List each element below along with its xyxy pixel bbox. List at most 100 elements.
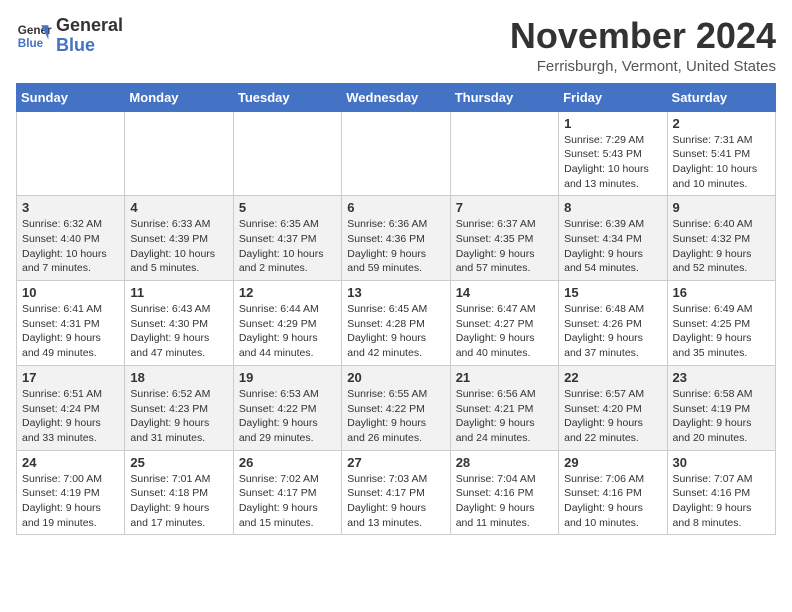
header: General Blue General Blue November 2024 … bbox=[16, 16, 776, 75]
day-number: 2 bbox=[673, 116, 770, 131]
calendar-cell: 23 Sunrise: 6:58 AM Sunset: 4:19 PM Dayli… bbox=[667, 365, 775, 450]
day-info: Sunrise: 6:44 AM Sunset: 4:29 PM Dayligh… bbox=[239, 302, 336, 361]
day-info: Sunrise: 6:47 AM Sunset: 4:27 PM Dayligh… bbox=[456, 302, 553, 361]
day-info: Sunrise: 6:58 AM Sunset: 4:19 PM Dayligh… bbox=[673, 387, 770, 446]
logo: General Blue General Blue bbox=[16, 16, 123, 56]
title-area: November 2024 Ferrisburgh, Vermont, Unit… bbox=[510, 16, 776, 75]
calendar-cell: 10 Sunrise: 6:41 AM Sunset: 4:31 PM Dayli… bbox=[17, 281, 125, 366]
calendar-cell: 16 Sunrise: 6:49 AM Sunset: 4:25 PM Dayli… bbox=[667, 281, 775, 366]
day-number: 11 bbox=[130, 285, 227, 300]
day-info: Sunrise: 7:01 AM Sunset: 4:18 PM Dayligh… bbox=[130, 472, 227, 531]
calendar-cell: 4Sunrise: 6:33 AM Sunset: 4:39 PM Daylig… bbox=[125, 196, 233, 281]
day-info: Sunrise: 6:55 AM Sunset: 4:22 PM Dayligh… bbox=[347, 387, 444, 446]
calendar-cell bbox=[450, 111, 558, 196]
calendar-week-row: 17 Sunrise: 6:51 AM Sunset: 4:24 PM Dayli… bbox=[17, 365, 776, 450]
day-info: Sunrise: 7:07 AM Sunset: 4:16 PM Dayligh… bbox=[673, 472, 770, 531]
calendar-cell: 24 Sunrise: 7:00 AM Sunset: 4:19 PM Dayli… bbox=[17, 450, 125, 535]
day-number: 13 bbox=[347, 285, 444, 300]
calendar-cell: 14 Sunrise: 6:47 AM Sunset: 4:27 PM Dayli… bbox=[450, 281, 558, 366]
location: Ferrisburgh, Vermont, United States bbox=[510, 58, 776, 75]
calendar-cell: 26Sunrise: 7:02 AM Sunset: 4:17 PM Dayli… bbox=[233, 450, 341, 535]
day-number: 10 bbox=[22, 285, 119, 300]
calendar-cell: 12 Sunrise: 6:44 AM Sunset: 4:29 PM Dayli… bbox=[233, 281, 341, 366]
day-info: Sunrise: 6:57 AM Sunset: 4:20 PM Dayligh… bbox=[564, 387, 661, 446]
day-info: Sunrise: 6:45 AM Sunset: 4:28 PM Dayligh… bbox=[347, 302, 444, 361]
calendar-body: 1 Sunrise: 7:29 AM Sunset: 5:43 PM Daylig… bbox=[17, 111, 776, 535]
day-number: 30 bbox=[673, 455, 770, 470]
calendar-cell: 5Sunrise: 6:35 AM Sunset: 4:37 PM Daylig… bbox=[233, 196, 341, 281]
logo-line1: General bbox=[56, 16, 123, 36]
day-info: Sunrise: 6:36 AM Sunset: 4:36 PM Dayligh… bbox=[347, 217, 444, 276]
day-number: 24 bbox=[22, 455, 119, 470]
calendar-cell: 19 Sunrise: 6:53 AM Sunset: 4:22 PM Dayli… bbox=[233, 365, 341, 450]
calendar-cell: 25Sunrise: 7:01 AM Sunset: 4:18 PM Dayli… bbox=[125, 450, 233, 535]
calendar-cell: 21 Sunrise: 6:56 AM Sunset: 4:21 PM Dayli… bbox=[450, 365, 558, 450]
calendar-cell: 30 Sunrise: 7:07 AM Sunset: 4:16 PM Dayli… bbox=[667, 450, 775, 535]
day-number: 16 bbox=[673, 285, 770, 300]
logo-text: General Blue bbox=[56, 16, 123, 56]
calendar-cell: 27 Sunrise: 7:03 AM Sunset: 4:17 PM Dayli… bbox=[342, 450, 450, 535]
calendar-cell: 22 Sunrise: 6:57 AM Sunset: 4:20 PM Dayli… bbox=[559, 365, 667, 450]
day-number: 1 bbox=[564, 116, 661, 131]
day-number: 27 bbox=[347, 455, 444, 470]
day-info: Sunrise: 6:51 AM Sunset: 4:24 PM Dayligh… bbox=[22, 387, 119, 446]
day-info: Sunrise: 6:53 AM Sunset: 4:22 PM Dayligh… bbox=[239, 387, 336, 446]
day-info: Sunrise: 6:33 AM Sunset: 4:39 PM Dayligh… bbox=[130, 217, 227, 276]
day-number: 22 bbox=[564, 370, 661, 385]
day-info: Sunrise: 7:29 AM Sunset: 5:43 PM Dayligh… bbox=[564, 133, 661, 192]
day-info: Sunrise: 6:37 AM Sunset: 4:35 PM Dayligh… bbox=[456, 217, 553, 276]
calendar: SundayMondayTuesdayWednesdayThursdayFrid… bbox=[16, 83, 776, 536]
day-number: 5 bbox=[239, 200, 336, 215]
day-info: Sunrise: 6:41 AM Sunset: 4:31 PM Dayligh… bbox=[22, 302, 119, 361]
calendar-week-row: 10 Sunrise: 6:41 AM Sunset: 4:31 PM Dayli… bbox=[17, 281, 776, 366]
day-number: 23 bbox=[673, 370, 770, 385]
calendar-cell: 13 Sunrise: 6:45 AM Sunset: 4:28 PM Dayli… bbox=[342, 281, 450, 366]
calendar-cell bbox=[17, 111, 125, 196]
logo-icon: General Blue bbox=[16, 18, 52, 54]
calendar-week-row: 24 Sunrise: 7:00 AM Sunset: 4:19 PM Dayli… bbox=[17, 450, 776, 535]
calendar-cell: 6 Sunrise: 6:36 AM Sunset: 4:36 PM Daylig… bbox=[342, 196, 450, 281]
calendar-cell: 15 Sunrise: 6:48 AM Sunset: 4:26 PM Dayli… bbox=[559, 281, 667, 366]
svg-text:Blue: Blue bbox=[18, 37, 44, 50]
day-of-week-header: Friday bbox=[559, 83, 667, 111]
calendar-cell: 29Sunrise: 7:06 AM Sunset: 4:16 PM Dayli… bbox=[559, 450, 667, 535]
calendar-cell: 8 Sunrise: 6:39 AM Sunset: 4:34 PM Daylig… bbox=[559, 196, 667, 281]
calendar-week-row: 1 Sunrise: 7:29 AM Sunset: 5:43 PM Daylig… bbox=[17, 111, 776, 196]
day-info: Sunrise: 6:49 AM Sunset: 4:25 PM Dayligh… bbox=[673, 302, 770, 361]
day-info: Sunrise: 6:48 AM Sunset: 4:26 PM Dayligh… bbox=[564, 302, 661, 361]
day-number: 26 bbox=[239, 455, 336, 470]
day-info: Sunrise: 7:00 AM Sunset: 4:19 PM Dayligh… bbox=[22, 472, 119, 531]
calendar-cell: 17 Sunrise: 6:51 AM Sunset: 4:24 PM Dayli… bbox=[17, 365, 125, 450]
month-title: November 2024 bbox=[510, 16, 776, 56]
day-of-week-header: Wednesday bbox=[342, 83, 450, 111]
day-of-week-header: Sunday bbox=[17, 83, 125, 111]
day-number: 8 bbox=[564, 200, 661, 215]
day-of-week-header: Saturday bbox=[667, 83, 775, 111]
day-number: 3 bbox=[22, 200, 119, 215]
day-number: 28 bbox=[456, 455, 553, 470]
day-number: 14 bbox=[456, 285, 553, 300]
calendar-cell: 2Sunrise: 7:31 AM Sunset: 5:41 PM Daylig… bbox=[667, 111, 775, 196]
day-number: 21 bbox=[456, 370, 553, 385]
calendar-cell: 28 Sunrise: 7:04 AM Sunset: 4:16 PM Dayli… bbox=[450, 450, 558, 535]
logo-line2: Blue bbox=[56, 36, 123, 56]
header-row: SundayMondayTuesdayWednesdayThursdayFrid… bbox=[17, 83, 776, 111]
day-info: Sunrise: 6:52 AM Sunset: 4:23 PM Dayligh… bbox=[130, 387, 227, 446]
day-number: 6 bbox=[347, 200, 444, 215]
calendar-week-row: 3Sunrise: 6:32 AM Sunset: 4:40 PM Daylig… bbox=[17, 196, 776, 281]
day-number: 12 bbox=[239, 285, 336, 300]
day-info: Sunrise: 6:56 AM Sunset: 4:21 PM Dayligh… bbox=[456, 387, 553, 446]
day-number: 17 bbox=[22, 370, 119, 385]
day-info: Sunrise: 7:06 AM Sunset: 4:16 PM Dayligh… bbox=[564, 472, 661, 531]
day-info: Sunrise: 6:39 AM Sunset: 4:34 PM Dayligh… bbox=[564, 217, 661, 276]
day-number: 19 bbox=[239, 370, 336, 385]
day-number: 7 bbox=[456, 200, 553, 215]
calendar-cell: 18Sunrise: 6:52 AM Sunset: 4:23 PM Dayli… bbox=[125, 365, 233, 450]
day-of-week-header: Monday bbox=[125, 83, 233, 111]
day-number: 9 bbox=[673, 200, 770, 215]
day-info: Sunrise: 7:04 AM Sunset: 4:16 PM Dayligh… bbox=[456, 472, 553, 531]
calendar-cell: 11Sunrise: 6:43 AM Sunset: 4:30 PM Dayli… bbox=[125, 281, 233, 366]
day-number: 15 bbox=[564, 285, 661, 300]
day-info: Sunrise: 6:40 AM Sunset: 4:32 PM Dayligh… bbox=[673, 217, 770, 276]
day-info: Sunrise: 7:03 AM Sunset: 4:17 PM Dayligh… bbox=[347, 472, 444, 531]
